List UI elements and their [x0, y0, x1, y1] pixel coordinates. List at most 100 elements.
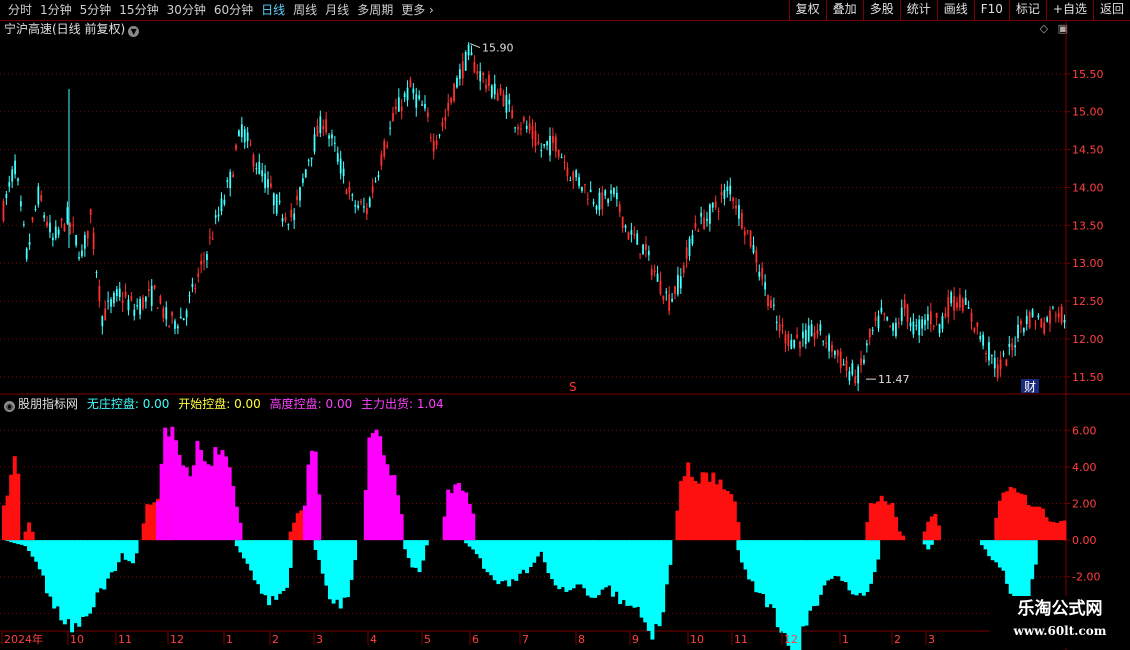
no-control-bar	[320, 540, 325, 574]
candle-body	[543, 144, 546, 146]
start-control-bar	[1030, 506, 1035, 541]
no-control-bar	[768, 540, 773, 605]
candle-body	[848, 371, 851, 381]
no-control-bar	[328, 540, 332, 600]
start-control-bar	[1005, 491, 1010, 541]
candle-body	[990, 355, 993, 357]
start-control-bar	[876, 501, 881, 541]
no-control-bar	[654, 540, 658, 625]
high-control-bar	[227, 467, 232, 541]
no-control-bar	[532, 540, 537, 563]
candle-body	[110, 299, 112, 307]
candle-body	[993, 357, 996, 369]
candle-body	[409, 79, 412, 88]
no-control-bar	[815, 540, 820, 606]
date-tick-label: 5	[424, 633, 431, 646]
no-control-bar	[618, 540, 623, 605]
candle-body	[1025, 315, 1028, 324]
candle-body	[941, 316, 944, 329]
no-control-bar	[324, 540, 329, 586]
no-control-bar	[474, 540, 479, 555]
candle-body	[598, 192, 601, 210]
candle-body	[284, 216, 287, 221]
candle-body	[150, 285, 153, 306]
indicator-tick-label: -2.00	[1072, 571, 1100, 584]
no-control-bar	[37, 540, 42, 570]
no-control-bar	[281, 540, 286, 591]
candle-body	[889, 325, 892, 327]
no-control-bar	[736, 540, 741, 551]
candle-body	[168, 325, 171, 327]
candle-body	[499, 87, 502, 94]
candle-body	[214, 215, 217, 218]
no-control-bar	[91, 540, 96, 608]
candle-body	[360, 201, 362, 203]
candle-body	[261, 170, 264, 177]
start-control-bar	[718, 479, 723, 541]
price-tick-label: 15.00	[1072, 106, 1104, 119]
no-control-bar	[349, 540, 354, 580]
candle-body	[767, 294, 769, 307]
no-control-bar	[277, 540, 282, 594]
no-control-bar	[668, 540, 673, 565]
no-control-bar	[521, 540, 526, 570]
candle-body	[63, 224, 66, 232]
candle-body	[613, 187, 615, 195]
candle-body	[246, 132, 249, 142]
date-tick-label: 2	[272, 633, 279, 646]
no-control-bar	[560, 540, 565, 588]
no-control-bar	[482, 540, 487, 569]
candle-body	[874, 317, 877, 322]
candle-body	[447, 102, 450, 111]
candle-body	[299, 187, 301, 201]
candle-body	[418, 95, 421, 99]
candle-body	[839, 351, 842, 368]
candle-body	[525, 125, 528, 129]
candle-body	[467, 44, 470, 56]
candle-body	[229, 171, 232, 189]
candle-body	[272, 193, 275, 206]
candle-body	[761, 267, 764, 280]
no-control-bar	[102, 540, 107, 590]
no-control-bar	[926, 540, 931, 550]
no-control-bar	[421, 540, 426, 561]
candle-body	[101, 316, 104, 327]
candle-body	[368, 198, 371, 207]
no-control-bar	[489, 540, 494, 576]
no-control-bar	[800, 540, 805, 627]
candle-body	[586, 198, 589, 200]
no-control-bar	[59, 540, 64, 621]
candle-body	[78, 257, 80, 259]
high-control-bar	[392, 475, 397, 541]
date-tick-label: 6	[472, 633, 479, 646]
candle-body	[522, 117, 525, 122]
candle-body	[351, 194, 354, 196]
candle-body	[1005, 359, 1008, 367]
candle-body	[601, 192, 604, 210]
candle-body	[313, 134, 316, 152]
no-control-bar	[406, 540, 411, 559]
date-tick-label: 4	[370, 633, 377, 646]
high-control-bar	[202, 461, 207, 541]
candle-body	[75, 234, 78, 246]
candle-body	[607, 199, 610, 203]
candle-body	[517, 127, 519, 130]
candle-body	[115, 289, 118, 297]
candle-body	[842, 363, 845, 366]
stock-chart[interactable]: 11.5012.0012.5013.0013.5014.0014.5015.00…	[0, 0, 1130, 650]
candle-body	[988, 342, 990, 361]
candle-body	[325, 119, 328, 133]
no-control-bar	[48, 540, 53, 597]
no-control-bar	[19, 540, 24, 545]
candle-body	[104, 308, 107, 321]
candle-body	[220, 198, 223, 212]
no-control-bar	[288, 540, 293, 568]
high-control-bar	[453, 484, 458, 541]
candle-body	[142, 297, 144, 309]
candle-body	[296, 195, 298, 200]
candle-body	[755, 250, 758, 264]
candle-body	[113, 293, 115, 304]
no-control-bar	[840, 540, 845, 581]
no-control-bar	[313, 540, 318, 550]
no-control-bar	[87, 540, 92, 614]
